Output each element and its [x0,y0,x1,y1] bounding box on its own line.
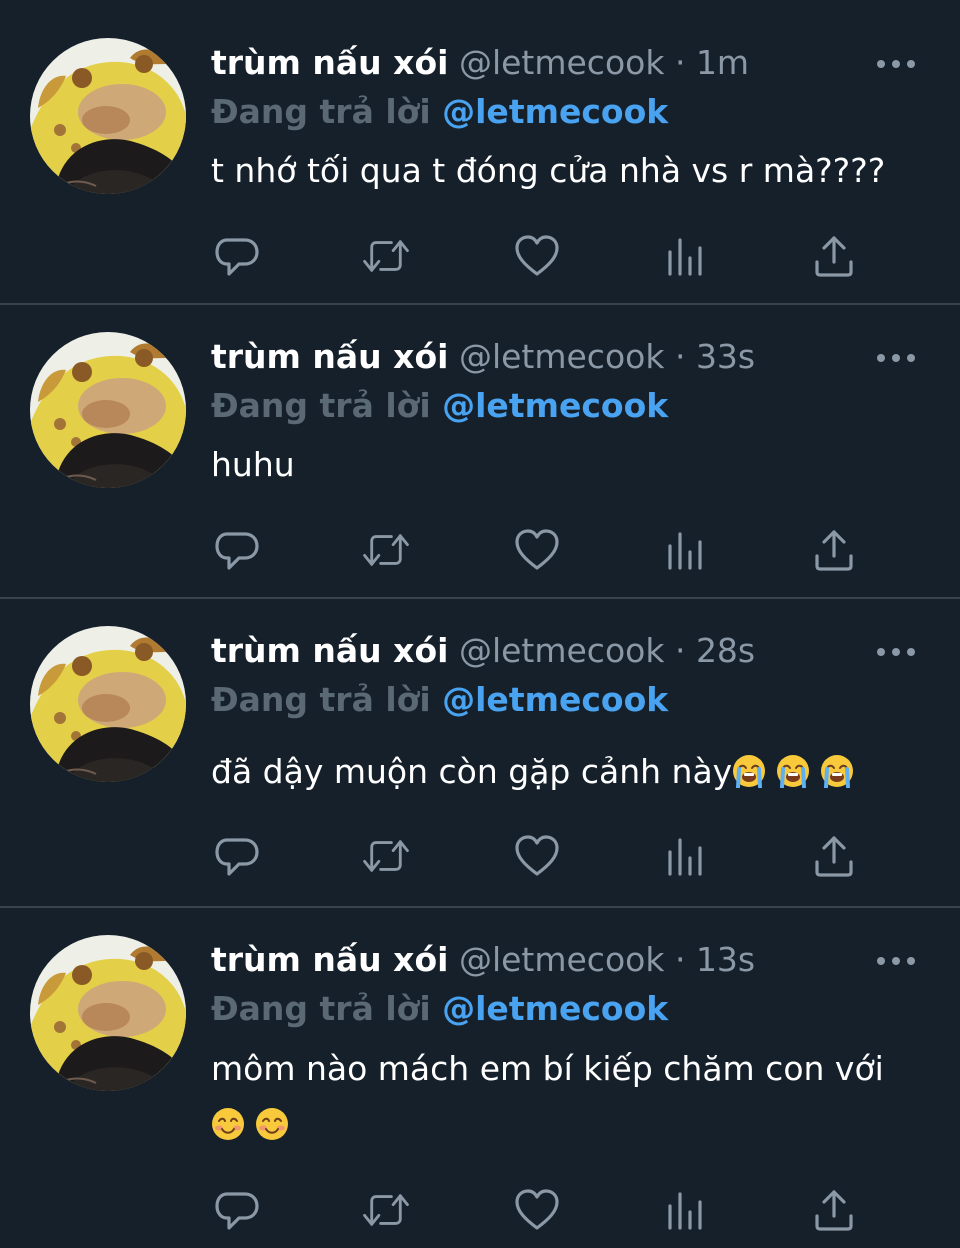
retweet-icon[interactable] [361,525,411,575]
avatar[interactable] [30,626,186,782]
timestamp[interactable]: 1m [696,43,749,82]
like-icon[interactable] [512,1185,562,1235]
loudly-crying-face-emoji [776,750,810,789]
avatar[interactable] [30,38,186,194]
reply-icon[interactable] [212,231,262,281]
loudly-crying-face-emoji [820,750,854,789]
retweet-icon[interactable] [361,831,411,881]
replying-to: Đang trả lời @letmecook [211,984,668,1034]
author-handle[interactable]: @letmecook [459,940,665,979]
tweet-header: trùm nấu xói @letmecook · 1m [211,38,749,88]
more-horizontal-icon[interactable] [874,951,918,971]
tweet-text-body: môm nào mách em bí kiếp chăm con với [211,1049,884,1088]
replying-to-link[interactable]: @letmecook [442,989,668,1028]
replying-to-label: Đang trả lời [211,386,431,425]
author-name[interactable]: trùm nấu xói [211,940,448,979]
author-handle[interactable]: @letmecook [459,631,665,670]
reply-icon[interactable] [212,525,262,575]
separator-dot: · [674,337,686,376]
tweet-text-body: đã dậy muộn còn gặp cảnh này [211,752,733,791]
analytics-icon[interactable] [661,1185,711,1235]
tweet-text: môm nào mách em bí kiếp chăm con với [211,1042,931,1152]
tweet-actions [0,231,960,281]
tweet[interactable]: trùm nấu xói @letmecook · 1m Đang trả lờ… [0,0,960,304]
more-horizontal-icon[interactable] [874,642,918,662]
author-handle[interactable]: @letmecook [459,43,665,82]
replying-to-label: Đang trả lời [211,680,431,719]
replying-to-label: Đang trả lời [211,92,431,131]
tweet-text-body: t nhớ tối qua t đóng cửa nhà vs r mà???? [211,151,886,190]
analytics-icon[interactable] [661,831,711,881]
tweet[interactable]: trùm nấu xói @letmecook · 28s Đang trả l… [0,599,960,907]
tweet-header: trùm nấu xói @letmecook · 33s [211,332,755,382]
avatar[interactable] [30,935,186,1091]
smiling-face-with-smiling-eyes-emoji [211,1103,245,1140]
replying-to: Đang trả lời @letmecook [211,675,668,725]
replying-to-link[interactable]: @letmecook [442,680,668,719]
replying-to-link[interactable]: @letmecook [442,92,668,131]
tweet-actions [0,831,960,881]
share-icon[interactable] [809,831,859,881]
avatar[interactable] [30,332,186,488]
timestamp[interactable]: 28s [696,631,755,670]
share-icon[interactable] [809,231,859,281]
tweet-header: trùm nấu xói @letmecook · 13s [211,935,755,985]
like-icon[interactable] [512,525,562,575]
emoji-group [211,1098,931,1152]
tweet-text: t nhớ tối qua t đóng cửa nhà vs r mà???? [211,144,931,198]
retweet-icon[interactable] [361,231,411,281]
timestamp[interactable]: 33s [696,337,755,376]
tweet-text: đã dậy muộn còn gặp cảnh này [211,745,931,799]
tweet-header: trùm nấu xói @letmecook · 28s [211,626,755,676]
tweet-text: huhu [211,438,931,492]
tweet-text-body: huhu [211,445,295,484]
tweet[interactable]: trùm nấu xói @letmecook · 13s Đang trả l… [0,908,960,1248]
replying-to-label: Đang trả lời [211,989,431,1028]
timestamp[interactable]: 13s [696,940,755,979]
tweet-actions [0,525,960,575]
separator-dot: · [674,43,686,82]
separator-dot: · [674,631,686,670]
share-icon[interactable] [809,1185,859,1235]
author-handle[interactable]: @letmecook [459,337,665,376]
separator-dot: · [674,940,686,979]
more-horizontal-icon[interactable] [874,54,918,74]
like-icon[interactable] [512,231,562,281]
analytics-icon[interactable] [661,231,711,281]
share-icon[interactable] [809,525,859,575]
analytics-icon[interactable] [661,525,711,575]
author-name[interactable]: trùm nấu xói [211,337,448,376]
retweet-icon[interactable] [361,1185,411,1235]
reply-icon[interactable] [212,831,262,881]
author-name[interactable]: trùm nấu xói [211,43,448,82]
smiling-face-with-smiling-eyes-emoji [255,1103,289,1140]
tweet-actions [0,1185,960,1235]
replying-to: Đang trả lời @letmecook [211,87,668,137]
tweet[interactable]: trùm nấu xói @letmecook · 33s Đang trả l… [0,305,960,598]
author-name[interactable]: trùm nấu xói [211,631,448,670]
emoji-group [732,752,854,791]
replying-to-link[interactable]: @letmecook [442,386,668,425]
replying-to: Đang trả lời @letmecook [211,381,668,431]
like-icon[interactable] [512,831,562,881]
reply-icon[interactable] [212,1185,262,1235]
more-horizontal-icon[interactable] [874,348,918,368]
loudly-crying-face-emoji [732,750,766,789]
